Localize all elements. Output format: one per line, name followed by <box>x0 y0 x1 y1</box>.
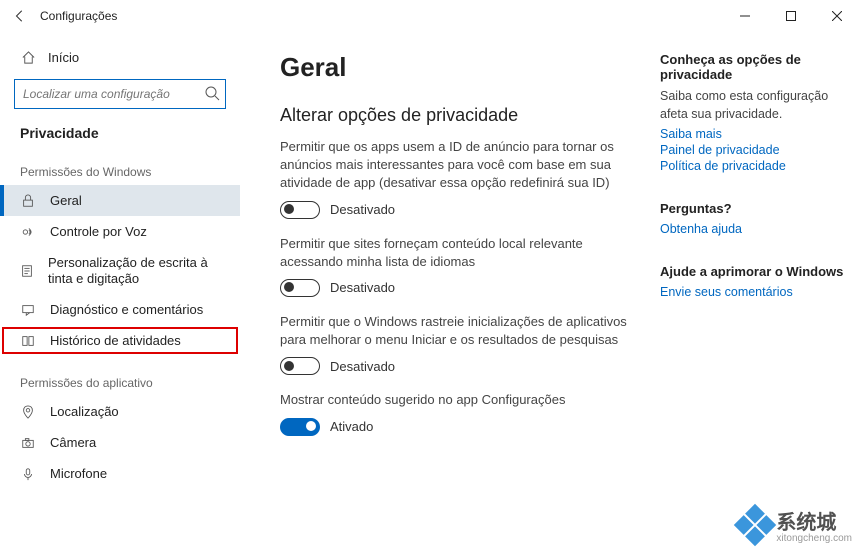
window-controls <box>722 0 860 32</box>
sidebar-item-label: Câmera <box>50 435 96 450</box>
right-heading: Ajude a aprimorar o Windows <box>660 264 850 279</box>
toggle-label: Desativado <box>330 280 395 295</box>
right-heading: Conheça as opções de privacidade <box>660 52 850 82</box>
setting-ad-id: Permitir que os apps usem a ID de anúnci… <box>280 138 640 219</box>
watermark-logo-icon <box>734 504 776 546</box>
link-politica-privacidade[interactable]: Política de privacidade <box>660 159 850 173</box>
sidebar-item-label: Personalização de escrita à tinta e digi… <box>48 255 220 286</box>
toggle-suggested-content[interactable] <box>280 418 320 436</box>
search-icon <box>204 85 220 101</box>
back-button[interactable] <box>8 4 32 28</box>
location-icon <box>20 405 36 419</box>
toggle-ad-id[interactable] <box>280 201 320 219</box>
sidebar-item-localizacao[interactable]: Localização <box>0 396 240 427</box>
setting-desc: Permitir que o Windows rastreie iniciali… <box>280 313 640 349</box>
lock-icon <box>20 194 36 208</box>
setting-desc: Mostrar conteúdo sugerido no app Configu… <box>280 391 640 409</box>
link-saiba-mais[interactable]: Saiba mais <box>660 127 850 141</box>
toggle-label: Desativado <box>330 202 395 217</box>
sidebar-item-microfone[interactable]: Microfone <box>0 458 240 489</box>
sidebar-group-windows: Permissões do Windows <box>0 155 240 185</box>
maximize-button[interactable] <box>768 0 814 32</box>
privacy-info-section: Conheça as opções de privacidade Saiba c… <box>660 52 850 173</box>
sidebar-item-label: Geral <box>50 193 82 208</box>
toggle-label: Ativado <box>330 419 373 434</box>
history-icon <box>20 334 36 348</box>
toggle-app-launch-tracking[interactable] <box>280 357 320 375</box>
sidebar-home-label: Início <box>48 50 79 65</box>
sidebar-section-title: Privacidade <box>0 119 240 155</box>
setting-app-launch-tracking: Permitir que o Windows rastreie iniciali… <box>280 313 640 375</box>
content: Geral Alterar opções de privacidade Perm… <box>240 32 860 552</box>
search-input[interactable] <box>14 79 226 109</box>
link-obtenha-ajuda[interactable]: Obtenha ajuda <box>660 222 850 236</box>
clipboard-icon <box>20 264 34 278</box>
sidebar-item-label: Diagnóstico e comentários <box>50 302 203 317</box>
close-button[interactable] <box>814 0 860 32</box>
arrow-left-icon <box>13 9 27 23</box>
sidebar-item-label: Controle por Voz <box>50 224 147 239</box>
sidebar-item-diagnostico[interactable]: Diagnóstico e comentários <box>0 294 240 325</box>
sidebar-item-personalizacao-escrita[interactable]: Personalização de escrita à tinta e digi… <box>0 247 240 294</box>
minimize-button[interactable] <box>722 0 768 32</box>
setting-desc: Permitir que os apps usem a ID de anúnci… <box>280 138 640 193</box>
sidebar: Início Privacidade Permissões do Windows… <box>0 32 240 552</box>
sidebar-item-label: Localização <box>50 404 119 419</box>
improve-windows-section: Ajude a aprimorar o Windows Envie seus c… <box>660 264 850 299</box>
link-painel-privacidade[interactable]: Painel de privacidade <box>660 143 850 157</box>
sidebar-item-label: Microfone <box>50 466 107 481</box>
sidebar-item-controle-voz[interactable]: Controle por Voz <box>0 216 240 247</box>
search-wrap <box>14 79 226 109</box>
sidebar-item-camera[interactable]: Câmera <box>0 427 240 458</box>
setting-desc: Permitir que sites forneçam conteúdo loc… <box>280 235 640 271</box>
sidebar-item-label: Histórico de atividades <box>50 333 181 348</box>
sidebar-home[interactable]: Início <box>0 44 240 71</box>
camera-icon <box>20 436 36 450</box>
watermark-text: 系统城 <box>776 512 836 534</box>
toggle-language-list[interactable] <box>280 279 320 297</box>
home-icon <box>20 50 36 65</box>
right-column: Conheça as opções de privacidade Saiba c… <box>660 52 850 552</box>
sidebar-group-app: Permissões do aplicativo <box>0 366 240 396</box>
link-envie-comentarios[interactable]: Envie seus comentários <box>660 285 850 299</box>
setting-language-list: Permitir que sites forneçam conteúdo loc… <box>280 235 640 297</box>
watermark-url: xitongcheng.com <box>776 533 852 544</box>
right-heading: Perguntas? <box>660 201 850 216</box>
section-subtitle: Alterar opções de privacidade <box>280 105 640 126</box>
page-title: Geral <box>280 52 640 83</box>
sidebar-item-historico-atividades[interactable]: Histórico de atividades <box>0 325 240 356</box>
feedback-icon <box>20 303 36 317</box>
window-title: Configurações <box>40 9 117 23</box>
voice-icon <box>20 225 36 239</box>
setting-suggested-content: Mostrar conteúdo sugerido no app Configu… <box>280 391 640 435</box>
sidebar-item-geral[interactable]: Geral <box>0 185 240 216</box>
microphone-icon <box>20 467 36 481</box>
main-column: Geral Alterar opções de privacidade Perm… <box>280 52 640 552</box>
watermark: 系统城 xitongcheng.com <box>740 506 852 544</box>
toggle-label: Desativado <box>330 359 395 374</box>
right-desc: Saiba como esta configuração afeta sua p… <box>660 88 850 123</box>
questions-section: Perguntas? Obtenha ajuda <box>660 201 850 236</box>
